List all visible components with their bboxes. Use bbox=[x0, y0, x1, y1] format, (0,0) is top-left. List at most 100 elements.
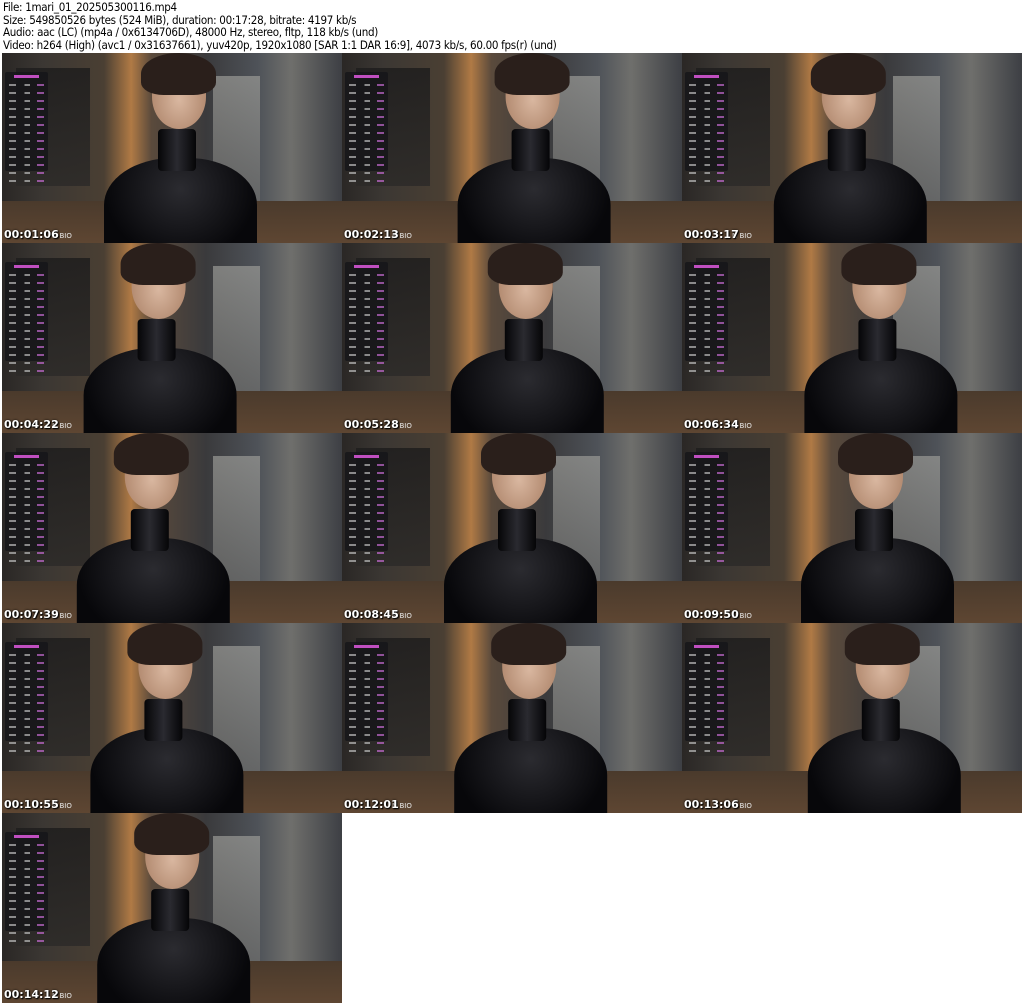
overlay-row bbox=[689, 172, 724, 174]
person-hair bbox=[845, 623, 920, 665]
overlay-row bbox=[349, 148, 384, 150]
overlay-row bbox=[349, 496, 384, 498]
tip-menu-overlay bbox=[5, 642, 48, 752]
overlay-row bbox=[9, 718, 44, 720]
overlay-row bbox=[349, 662, 384, 664]
overlay-row bbox=[689, 298, 724, 300]
overlay-row bbox=[689, 718, 724, 720]
person-neck bbox=[151, 889, 189, 931]
overlay-row bbox=[9, 940, 44, 942]
video-thumbnail: N BIO 00:08:45 bbox=[342, 433, 682, 623]
overlay-row bbox=[9, 100, 44, 102]
overlay-row bbox=[9, 726, 44, 728]
overlay-logo bbox=[13, 835, 40, 838]
overlay-row bbox=[9, 472, 44, 474]
overlay-row bbox=[689, 180, 724, 182]
overlay-row bbox=[349, 750, 384, 752]
overlay-row bbox=[9, 370, 44, 372]
overlay-row bbox=[9, 560, 44, 562]
tip-menu-overlay bbox=[685, 642, 728, 752]
overlay-row bbox=[689, 710, 724, 712]
tip-menu-overlay bbox=[5, 262, 48, 372]
overlay-row bbox=[9, 274, 44, 276]
person-hair bbox=[494, 53, 570, 95]
overlay-row bbox=[349, 734, 384, 736]
person-neck bbox=[158, 129, 196, 171]
overlay-row bbox=[349, 172, 384, 174]
overlay-row bbox=[9, 322, 44, 324]
overlay-row bbox=[9, 338, 44, 340]
overlay-logo bbox=[693, 75, 720, 78]
overlay-row bbox=[689, 734, 724, 736]
overlay-row bbox=[689, 472, 724, 474]
overlay-row bbox=[349, 528, 384, 530]
overlay-row bbox=[689, 346, 724, 348]
video-thumbnail: N BIO 00:09:50 bbox=[682, 433, 1022, 623]
overlay-row bbox=[689, 354, 724, 356]
overlay-row bbox=[349, 322, 384, 324]
overlay-row bbox=[9, 180, 44, 182]
overlay-row bbox=[349, 124, 384, 126]
file-name: File: 1mari_01_202505300116.mp4 bbox=[3, 0, 177, 14]
overlay-row bbox=[689, 108, 724, 110]
timestamp: 00:06:34 bbox=[684, 418, 739, 431]
person-neck bbox=[498, 509, 536, 551]
overlay-logo bbox=[13, 455, 40, 458]
file-info-header: File: 1mari_01_202505300116.mp4 Size: 54… bbox=[3, 1, 557, 51]
person-hair bbox=[488, 243, 563, 285]
person-hair bbox=[114, 433, 189, 475]
overlay-row bbox=[9, 654, 44, 656]
overlay-row bbox=[689, 488, 724, 490]
person-neck bbox=[862, 699, 900, 741]
overlay-row bbox=[349, 512, 384, 514]
person-hair bbox=[120, 243, 196, 285]
overlay-row bbox=[9, 932, 44, 934]
overlay-logo bbox=[353, 75, 380, 78]
overlay-row bbox=[689, 282, 724, 284]
overlay-row bbox=[349, 702, 384, 704]
tip-menu-overlay bbox=[5, 72, 48, 182]
timestamp: 00:10:55 bbox=[4, 798, 59, 811]
timestamp: 00:14:12 bbox=[4, 988, 59, 1001]
overlay-row bbox=[689, 100, 724, 102]
overlay-row bbox=[9, 670, 44, 672]
overlay-row bbox=[9, 916, 44, 918]
overlay-row bbox=[689, 330, 724, 332]
overlay-row bbox=[9, 536, 44, 538]
video-thumbnail: N BIO 00:14:12 bbox=[2, 813, 342, 1003]
overlay-row bbox=[689, 290, 724, 292]
overlay-row bbox=[9, 172, 44, 174]
timestamp: 00:04:22 bbox=[4, 418, 59, 431]
overlay-row bbox=[349, 370, 384, 372]
overlay-logo bbox=[13, 75, 40, 78]
overlay-row bbox=[689, 496, 724, 498]
overlay-row bbox=[349, 520, 384, 522]
overlay-row bbox=[9, 900, 44, 902]
video-thumbnail: N BIO 00:10:55 bbox=[2, 623, 342, 813]
overlay-row bbox=[689, 322, 724, 324]
overlay-row bbox=[9, 734, 44, 736]
overlay-row bbox=[689, 544, 724, 546]
overlay-row bbox=[9, 464, 44, 466]
overlay-row bbox=[689, 726, 724, 728]
overlay-logo bbox=[353, 645, 380, 648]
person-hair bbox=[127, 623, 203, 665]
overlay-row bbox=[689, 156, 724, 158]
overlay-row bbox=[689, 370, 724, 372]
overlay-row bbox=[9, 140, 44, 142]
tip-menu-overlay bbox=[685, 72, 728, 182]
overlay-row bbox=[689, 148, 724, 150]
overlay-row bbox=[9, 868, 44, 870]
overlay-row bbox=[9, 678, 44, 680]
overlay-row bbox=[689, 84, 724, 86]
overlay-row bbox=[689, 742, 724, 744]
overlay-row bbox=[689, 132, 724, 134]
overlay-row bbox=[689, 560, 724, 562]
overlay-row bbox=[349, 92, 384, 94]
overlay-row bbox=[349, 560, 384, 562]
video-thumbnail: N BIO 00:13:06 bbox=[682, 623, 1022, 813]
overlay-row bbox=[689, 520, 724, 522]
tip-menu-overlay bbox=[685, 452, 728, 562]
overlay-row bbox=[349, 298, 384, 300]
overlay-row bbox=[689, 504, 724, 506]
